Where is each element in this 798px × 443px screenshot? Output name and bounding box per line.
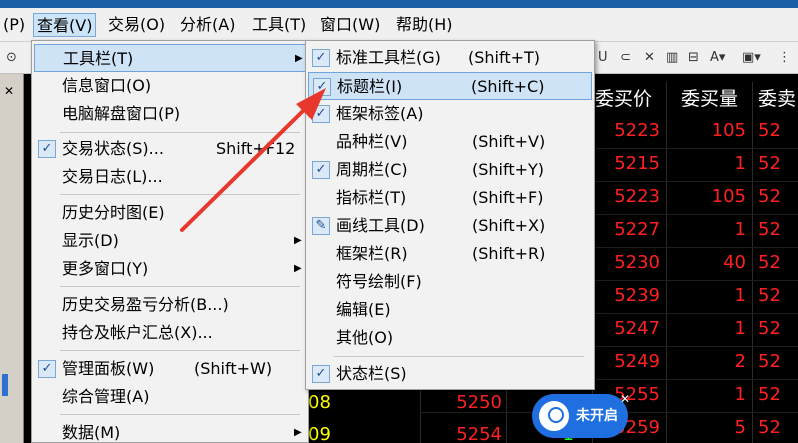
pen-icon: ✎	[312, 217, 330, 235]
ask-cell: 52	[758, 120, 781, 141]
clear-icon[interactable]: ⊟	[688, 50, 699, 66]
menu-item-position-summary[interactable]: 持仓及帐户汇总(X)...	[34, 319, 306, 347]
menu-help[interactable]: 帮助(H)	[393, 13, 456, 37]
font-color-icon[interactable]: A▾	[710, 50, 725, 66]
menu-item-info-window[interactable]: 信息窗口(O)	[34, 72, 306, 100]
submenu-item-indicator-bar[interactable]: 指标栏(T) (Shift+F)	[308, 184, 592, 212]
bid-volume-cell: 2	[734, 351, 746, 372]
menu-bar: (P) 查看(V) 交易(O) 分析(A) 工具(T) 窗口(W) 帮助(H)	[0, 8, 798, 42]
bid-volume-cell: 105	[711, 186, 746, 207]
ask-cell: 52	[758, 252, 781, 273]
bid-volume-cell: 1	[734, 219, 746, 240]
checkmark-icon: ✓	[312, 365, 330, 383]
ask-cell: 52	[758, 384, 781, 405]
menu-item-pc-analysis-window[interactable]: 电脑解盘窗口(P)	[34, 100, 306, 128]
bid-volume-cell: 40	[723, 252, 746, 273]
ask-cell: 52	[758, 417, 781, 438]
submenu-item-status-bar[interactable]: ✓ 状态栏(S)	[308, 360, 592, 388]
submenu-item-symbol-draw[interactable]: 符号绘制(F)	[308, 268, 592, 296]
menu-item-trade-status[interactable]: ✓ 交易状态(S)... Shift+F12	[34, 135, 306, 163]
bid-price-cell: 5249	[614, 351, 660, 372]
bid-volume-cell: 1	[734, 285, 746, 306]
bid-price-cell: 5230	[614, 252, 660, 273]
menu-item-more-windows[interactable]: 更多窗口(Y) ▶	[34, 255, 306, 283]
bid-volume-cell: 1	[734, 384, 746, 405]
menu-item-history-pnl[interactable]: 历史交易盈亏分析(B...)	[34, 291, 306, 319]
menu-item-integrated-management[interactable]: 综合管理(A)	[34, 383, 306, 411]
submenu-item-other[interactable]: 其他(O)	[308, 324, 592, 352]
play-icon[interactable]: ⊙	[6, 50, 17, 66]
ask-cell: 52	[758, 153, 781, 174]
ask-cell: 52	[758, 285, 781, 306]
column-header-ask[interactable]: 委卖	[758, 82, 796, 116]
bid-price-cell: 5223	[614, 186, 660, 207]
view-menu: 工具栏(T) ▶ 信息窗口(O) 电脑解盘窗口(P) ✓ 交易状态(S)... …	[31, 40, 309, 443]
bid-price-cell: 5223	[614, 120, 660, 141]
bid-price-cell: 5239	[614, 285, 660, 306]
title-bar	[0, 0, 798, 8]
submenu-item-title-bar[interactable]: ✓ 标题栏(I) (Shift+C)	[308, 72, 592, 100]
user-icon	[536, 398, 572, 434]
ask-cell: 52	[758, 318, 781, 339]
left-price: 5254	[456, 424, 502, 443]
bid-price-cell: 5215	[614, 153, 660, 174]
panel-indicator	[2, 374, 8, 396]
submenu-item-period-bar[interactable]: ✓ 周期栏(C) (Shift+Y)	[308, 156, 592, 184]
menu-item-toolbar[interactable]: 工具栏(T) ▶	[34, 44, 306, 72]
menu-item-data[interactable]: 数据(M) ▶	[34, 419, 306, 443]
more-icon[interactable]: ⋮	[778, 50, 791, 66]
save-icon[interactable]: ▣▾	[742, 50, 761, 66]
left-col-value: 09	[308, 424, 331, 443]
menu-analysis[interactable]: 分析(A)	[177, 13, 238, 37]
submenu-item-edit[interactable]: 编辑(E)	[308, 296, 592, 324]
ask-cell: 52	[758, 186, 781, 207]
menu-item-trade-log[interactable]: 交易日志(L)...	[34, 163, 306, 191]
status-bubble[interactable]: 未开启 ✕	[532, 392, 630, 438]
link-icon[interactable]: ⊂	[620, 50, 631, 66]
menu-trade[interactable]: 交易(O)	[105, 13, 168, 37]
column-header-bid-volume[interactable]: 委买量	[681, 82, 738, 116]
ask-cell: 52	[758, 351, 781, 372]
bid-volume-cell: 1	[734, 318, 746, 339]
toolbar-submenu: ✓ 标准工具栏(G) (Shift+T) ✓ 标题栏(I) (Shift+C) …	[305, 40, 595, 390]
bid-volume-cell: 1	[734, 153, 746, 174]
checkmark-icon: ✓	[312, 161, 330, 179]
close-icon[interactable]: ✕	[4, 84, 14, 98]
close-icon[interactable]: ✕	[618, 392, 632, 406]
bid-price-cell: 5227	[614, 219, 660, 240]
left-col-value: 08	[308, 392, 331, 413]
submenu-item-symbol-bar[interactable]: 品种栏(V) (Shift+V)	[308, 128, 592, 156]
menu-item-display[interactable]: 显示(D) ▶	[34, 227, 306, 255]
checkmark-icon: ✓	[313, 78, 331, 96]
ask-cell: 52	[758, 219, 781, 240]
menu-p[interactable]: (P)	[0, 13, 28, 37]
trash-icon[interactable]: ▥	[666, 50, 678, 66]
delete-icon[interactable]: ✕	[644, 50, 655, 66]
submenu-item-drawing-tools[interactable]: ✎ 画线工具(D) (Shift+X)	[308, 212, 592, 240]
menu-window[interactable]: 窗口(W)	[317, 13, 383, 37]
left-price: 5250	[456, 392, 502, 413]
checkmark-icon: ✓	[312, 49, 330, 67]
checkmark-icon: ✓	[312, 105, 330, 123]
menu-view[interactable]: 查看(V)	[33, 13, 97, 37]
menu-item-history-timechart[interactable]: 历史分时图(E)	[34, 199, 306, 227]
checkmark-icon: ✓	[38, 360, 56, 378]
left-panel: ✕	[0, 74, 24, 443]
underline-icon[interactable]: U	[598, 50, 608, 66]
submenu-item-standard-toolbar[interactable]: ✓ 标准工具栏(G) (Shift+T)	[308, 44, 592, 72]
column-header-bid-price[interactable]: 委买价	[595, 82, 652, 116]
bid-volume-cell: 105	[711, 120, 746, 141]
bubble-label: 未开启	[576, 408, 618, 424]
submenu-item-frame-tabs[interactable]: ✓ 框架标签(A)	[308, 100, 592, 128]
submenu-item-frame-bar[interactable]: 框架栏(R) (Shift+R)	[308, 240, 592, 268]
bid-price-cell: 5247	[614, 318, 660, 339]
menu-tools[interactable]: 工具(T)	[249, 13, 309, 37]
bid-volume-cell: 5	[734, 417, 746, 438]
checkmark-icon: ✓	[38, 140, 56, 158]
menu-item-management-panel[interactable]: ✓ 管理面板(W) (Shift+W)	[34, 355, 306, 383]
